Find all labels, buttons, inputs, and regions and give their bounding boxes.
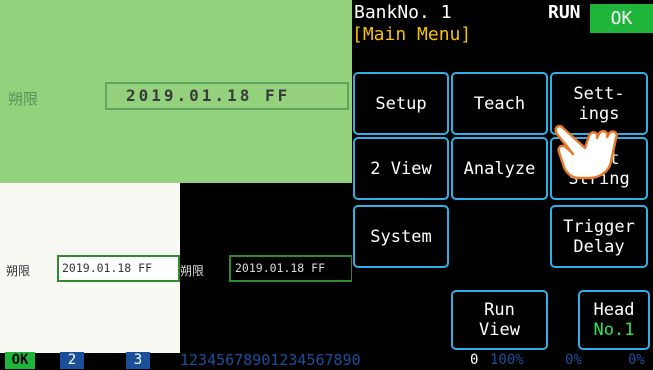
setup-button[interactable]: Setup	[353, 72, 449, 135]
teach-button[interactable]: Teach	[451, 72, 548, 135]
status-percent-3: 0%	[628, 352, 645, 368]
teach-label: Teach	[473, 93, 526, 114]
green-code-text: 2019.01.18 FF	[126, 86, 291, 105]
analyze-label: Analyze	[463, 158, 536, 179]
head-select-button[interactable]: Head No.1	[578, 290, 650, 350]
analyze-button[interactable]: Analyze	[451, 137, 548, 200]
green-label: 朔限	[8, 90, 39, 108]
run-view-label-1: Run	[484, 300, 515, 320]
bank-number: BankNo. 1	[354, 2, 452, 23]
status-percent-2: 0%	[565, 352, 582, 368]
run-view-button[interactable]: Run View	[451, 290, 548, 350]
light-label: 朔限	[6, 264, 31, 278]
status-ok: OK	[5, 352, 35, 369]
status-percent-1: 100%	[490, 352, 524, 368]
run-view-label-2: View	[479, 320, 520, 340]
menu-title: [Main Menu]	[352, 24, 472, 45]
dark-code-text: 2019.01.18 FF	[235, 261, 326, 275]
system-label: System	[370, 226, 432, 247]
trigger-delay-button[interactable]: Trigger Delay	[550, 205, 648, 268]
status-two: 2	[60, 352, 84, 369]
two-view-label: 2 View	[370, 158, 432, 179]
ok-status-badge: OK	[590, 4, 653, 33]
settings-label-1: Sett-	[573, 83, 625, 104]
run-status: RUN	[548, 2, 581, 23]
head-label-1: Head	[593, 300, 635, 320]
trigger-label-1: Trigger	[563, 216, 635, 237]
system-button[interactable]: System	[353, 205, 449, 268]
trigger-label-2: Delay	[573, 236, 625, 257]
status-digits: 12345678901234567890	[180, 351, 361, 369]
hand-pointer-icon	[554, 124, 618, 180]
head-label-2: No.1	[593, 320, 635, 340]
setup-label: Setup	[375, 93, 427, 114]
status-zero: 0	[470, 352, 479, 368]
light-code-text: 2019.01.18 FF	[62, 261, 153, 275]
dark-label: 朔限	[180, 264, 205, 278]
two-view-button[interactable]: 2 View	[353, 137, 449, 200]
status-three: 3	[126, 352, 150, 369]
